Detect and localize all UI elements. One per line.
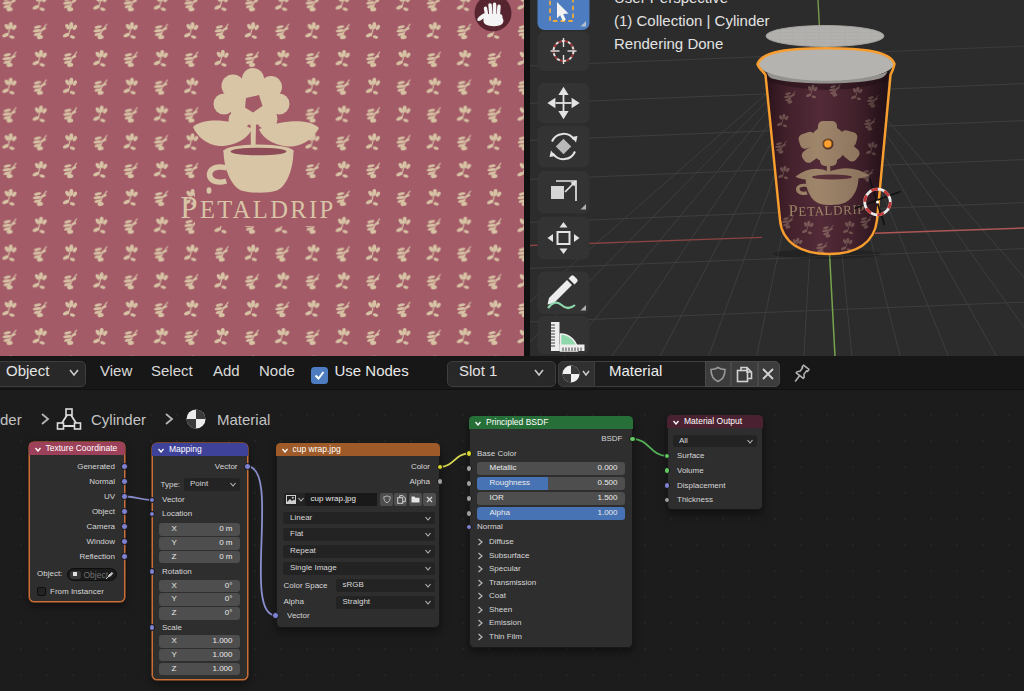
svg-text:PETALDRIP: PETALDRIP xyxy=(180,190,335,225)
